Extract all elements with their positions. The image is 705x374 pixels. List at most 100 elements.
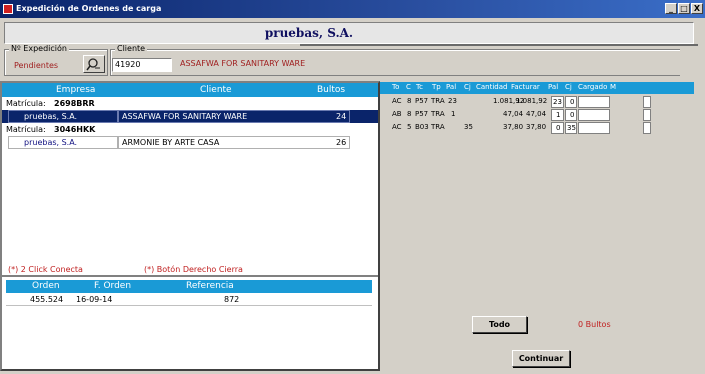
item-cliente: ARMONIE BY ARTE CASA — [122, 138, 220, 147]
cell-pal2: 23 — [553, 98, 562, 106]
table-row[interactable]: AB 8 P57 TRA 1 47,04 47,04 1 0 — [380, 109, 694, 121]
list-item[interactable]: pruebas, S.A. ASSAFWA FOR SANITARY WARE … — [2, 110, 378, 123]
order-reference: 872 — [224, 295, 240, 304]
expedicion-legend: Nº Expedición — [9, 44, 69, 53]
grid-header: To C Tc Tp Pal Cj Cantidad Facturar Pal … — [380, 82, 694, 94]
col-empresa[interactable]: Empresa — [56, 83, 95, 97]
bultos-total: 0 Bultos — [578, 320, 611, 329]
item-empresa: pruebas, S.A. — [24, 138, 78, 147]
cell-cj2: 0 — [570, 111, 575, 119]
pal-input[interactable]: 1 — [551, 109, 564, 121]
cell-tp: TRA — [431, 110, 445, 118]
m-checkbox[interactable] — [643, 122, 651, 134]
cell-tc: B03 — [415, 123, 429, 131]
cell-pal2: 0 — [556, 124, 561, 132]
col-m[interactable]: M — [610, 83, 616, 91]
col-to[interactable]: To — [392, 83, 399, 91]
cj-input[interactable]: 0 — [565, 109, 577, 121]
window-title-bar[interactable]: Expedición de Ordenes de carga _ □ X — [0, 0, 705, 18]
continuar-button[interactable]: Continuar — [512, 350, 570, 367]
cj-input[interactable]: 0 — [565, 96, 577, 108]
cell-tc: P57 — [415, 97, 429, 105]
cargado-input[interactable] — [578, 96, 610, 108]
cell-cj: 35 — [464, 123, 473, 131]
cell-tp: TRA — [431, 123, 445, 131]
matricula-row[interactable]: Matrícula: 3046HKK — [2, 123, 378, 136]
cargado-input[interactable] — [578, 109, 610, 121]
header-divider — [300, 44, 698, 46]
item-cliente: ASSAFWA FOR SANITARY WARE — [122, 112, 248, 121]
cell-tc: P57 — [415, 110, 429, 118]
client-name: ASSAFWA FOR SANITARY WARE — [180, 59, 306, 68]
col-referencia[interactable]: Referencia — [186, 280, 234, 293]
item-bultos: 26 — [336, 138, 347, 147]
cell-cj2: 35 — [567, 124, 576, 132]
todo-button[interactable]: Todo — [472, 316, 527, 333]
popup-header: Empresa Cliente Bultos — [2, 83, 378, 97]
col-tp[interactable]: Tp — [432, 83, 441, 91]
col-c[interactable]: C — [406, 83, 411, 91]
client-code-field[interactable]: 41920 — [112, 58, 172, 72]
cell-cj2: 0 — [570, 98, 575, 106]
company-header: pruebas, S.A. — [4, 22, 694, 44]
orders-header: Orden F. Orden Referencia — [6, 280, 372, 293]
cell-facturar: 47,04 — [526, 110, 547, 118]
pal-input[interactable]: 23 — [551, 96, 564, 108]
cell-cantidad: 47,04 — [503, 110, 524, 118]
col-tc[interactable]: Tc — [416, 83, 423, 91]
col-pal[interactable]: Pal — [446, 83, 456, 91]
cj-input[interactable]: 35 — [565, 122, 577, 134]
list-item[interactable]: pruebas, S.A. ARMONIE BY ARTE CASA 26 — [2, 136, 378, 149]
window-title: Expedición de Ordenes de carga — [16, 4, 162, 13]
col-orden[interactable]: Orden — [32, 280, 60, 293]
table-row[interactable]: 455.524 16-09-14 872 — [6, 294, 372, 306]
order-date: 16-09-14 — [76, 295, 113, 304]
col-cliente[interactable]: Cliente — [200, 83, 232, 97]
company-name: pruebas, S.A. — [264, 26, 354, 40]
vehicle-popup: Empresa Cliente Bultos Matrícula: 2698BR… — [0, 81, 380, 371]
cell-to: AC — [392, 123, 402, 131]
matricula-value: 2698BRR — [54, 99, 95, 108]
col-bultos[interactable]: Bultos — [317, 83, 345, 97]
cell-facturar: 1.081,92 — [516, 97, 548, 105]
order-number: 455.524 — [30, 295, 64, 304]
matricula-label: Matrícula: — [6, 99, 46, 108]
col-cj[interactable]: Cj — [464, 83, 471, 91]
app-icon — [3, 4, 13, 14]
col-f-orden[interactable]: F. Orden — [94, 280, 131, 293]
m-checkbox[interactable] — [643, 96, 651, 108]
cliente-legend: Cliente — [115, 44, 148, 53]
col-pal2[interactable]: Pal — [548, 83, 558, 91]
cell-pal2: 1 — [556, 111, 561, 119]
close-button[interactable]: X — [691, 3, 703, 14]
pal-input[interactable]: 0 — [551, 122, 564, 134]
m-checkbox[interactable] — [643, 109, 651, 121]
table-row[interactable]: AC 8 P57 TRA 23 1.081,92 1.081,92 23 0 — [380, 96, 694, 108]
search-icon — [86, 58, 100, 71]
col-facturar[interactable]: Facturar — [511, 83, 540, 91]
cell-to: AC — [392, 97, 402, 105]
col-cargado[interactable]: Cargado — [578, 83, 607, 91]
expedicion-status[interactable]: Pendientes — [14, 61, 58, 70]
col-cj2[interactable]: Cj — [565, 83, 572, 91]
table-row[interactable]: AC 5 B03 TRA 35 37,80 37,80 0 35 — [380, 122, 694, 134]
matricula-value: 3046HKK — [54, 125, 96, 134]
maximize-button[interactable]: □ — [678, 3, 690, 14]
cell-c: 5 — [407, 123, 412, 131]
cargado-input[interactable] — [578, 122, 610, 134]
minimize-button[interactable]: _ — [665, 3, 677, 14]
item-empresa: pruebas, S.A. — [24, 112, 78, 121]
cell-cantidad: 37,80 — [503, 123, 524, 131]
matricula-label: Matrícula: — [6, 125, 46, 134]
cell-facturar: 37,80 — [526, 123, 547, 131]
cell-to: AB — [392, 110, 402, 118]
cell-c: 8 — [407, 97, 412, 105]
hint-right-click: (*) Botón Derecho Cierra — [144, 265, 243, 274]
col-cantidad[interactable]: Cantidad — [476, 83, 507, 91]
cell-pal: 1 — [451, 110, 456, 118]
search-button[interactable] — [83, 55, 105, 73]
hint-double-click: (*) 2 Click Conecta — [8, 265, 83, 274]
matricula-row[interactable]: Matrícula: 2698BRR — [2, 97, 378, 110]
item-bultos: 24 — [336, 112, 347, 121]
cell-pal: 23 — [448, 97, 457, 105]
